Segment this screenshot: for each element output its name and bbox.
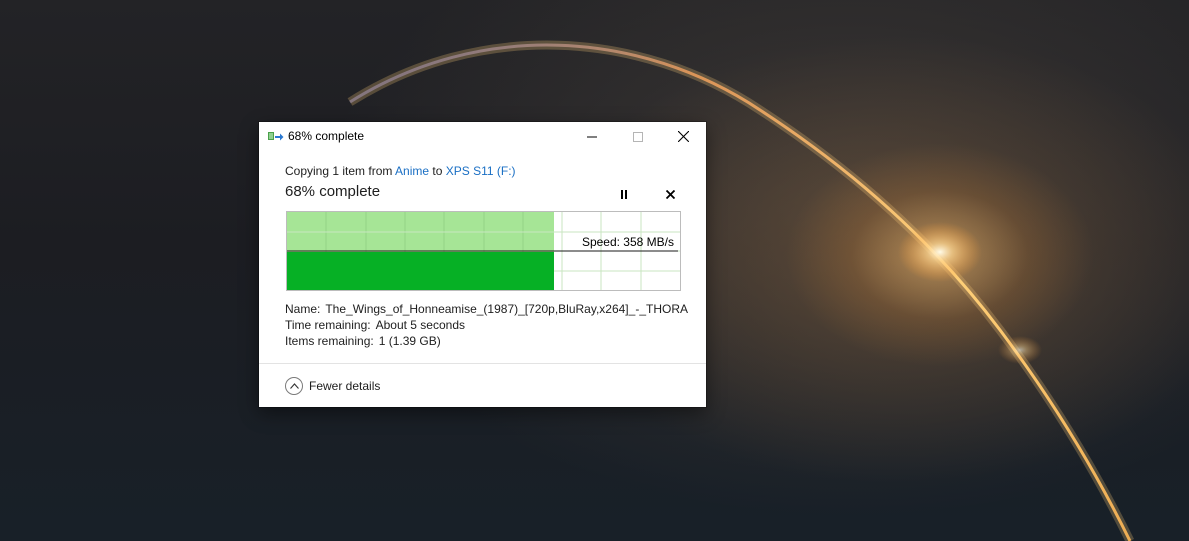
copy-prefix: Copying 1 item from (285, 164, 396, 178)
copy-summary: Copying 1 item from Anime to XPS S11 (F:… (285, 164, 516, 178)
maximize-icon (633, 131, 643, 142)
cancel-icon (665, 189, 675, 199)
fewer-details-button[interactable]: Fewer details (285, 376, 380, 396)
source-folder-link[interactable]: Anime (395, 164, 429, 178)
desktop-background: 68% complete Copying 1 item from Anime t… (0, 0, 1189, 541)
time-remaining-value: About 5 seconds (375, 318, 465, 332)
maximize-button[interactable] (615, 122, 661, 151)
chevron-up-icon (285, 377, 303, 395)
footer-divider (259, 363, 706, 364)
cancel-button[interactable] (660, 185, 680, 203)
close-icon (677, 131, 689, 142)
name-label: Name: (285, 302, 321, 316)
destination-folder-link[interactable]: XPS S11 (F:) (446, 164, 516, 178)
speed-label: Speed: 358 MB/s (581, 235, 674, 249)
file-copy-dialog: 68% complete Copying 1 item from Anime t… (259, 122, 706, 407)
items-remaining-label: Items remaining: (285, 334, 374, 348)
copy-connector: to (429, 164, 446, 178)
fewer-details-label: Fewer details (309, 379, 381, 393)
pause-button[interactable] (614, 185, 634, 203)
copy-details: Name: The_Wings_of_Honneamise_(1987)_[720… (285, 301, 688, 349)
pause-icon (621, 189, 627, 199)
time-remaining-row: Time remaining: About 5 seconds (285, 317, 688, 333)
progress-heading: 68% complete (285, 183, 381, 200)
speed-graph-canvas (287, 212, 680, 290)
transfer-speed-graph: Speed: 358 MB/s (286, 211, 681, 291)
window-title: 68% complete (288, 129, 365, 143)
title-bar[interactable]: 68% complete (259, 122, 706, 151)
items-remaining-value: 1 (1.39 GB) (378, 334, 441, 348)
close-button[interactable] (660, 122, 706, 151)
file-copy-icon (268, 131, 284, 143)
name-value: The_Wings_of_Honneamise_(1987)_[720p,Blu… (325, 302, 688, 316)
time-remaining-label: Time remaining: (285, 318, 371, 332)
minimize-button[interactable] (569, 122, 615, 151)
name-row: Name: The_Wings_of_Honneamise_(1987)_[720… (285, 301, 688, 317)
items-remaining-row: Items remaining: 1 (1.39 GB) (285, 333, 688, 349)
speed-history-fill (287, 252, 554, 290)
minimize-icon (587, 136, 597, 137)
